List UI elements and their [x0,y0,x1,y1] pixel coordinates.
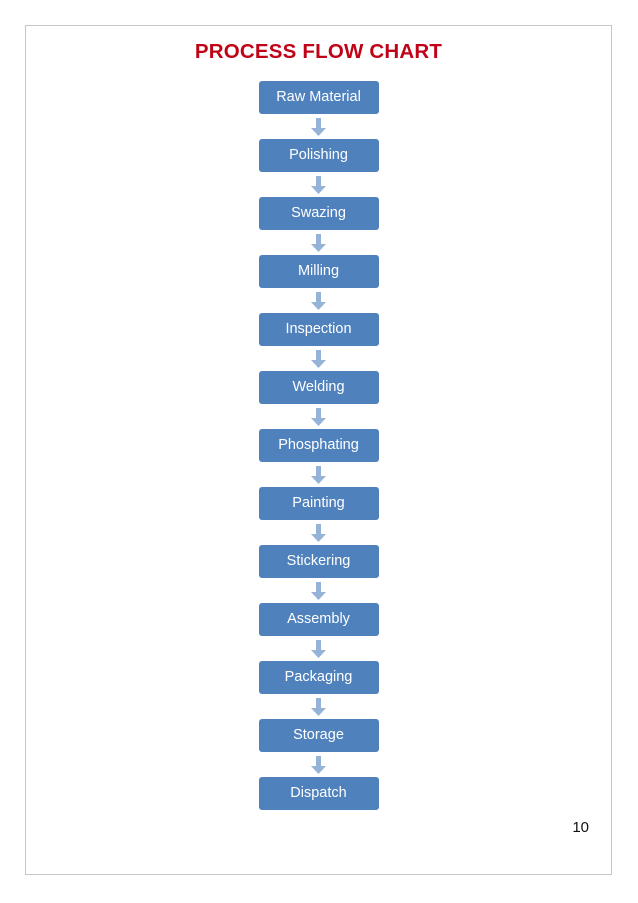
page-title: PROCESS FLOW CHART [194,40,443,63]
flow-step-box[interactable]: Raw Material [258,81,379,114]
flow-step: Stickering [258,545,379,578]
arrow-down-icon [310,578,327,603]
process-flow-chart: Raw Material Polishing Swazing Milling Inspe… [26,81,611,810]
arrow-down-icon [310,694,327,719]
flow-step: Painting [258,487,379,520]
flow-step-box[interactable]: Painting [258,487,379,520]
flow-step-box[interactable]: Milling [258,255,379,288]
flow-step: Inspection [258,313,379,346]
flow-step: Assembly [258,603,379,636]
flow-step-box[interactable]: Phosphating [258,429,379,462]
document-page: PROCESS FLOW CHART Raw Material Polishing… [25,25,612,875]
flow-step: Phosphating [258,429,379,462]
flow-step: Swazing [258,197,379,230]
flow-step: Welding [258,371,379,404]
flow-step: Milling [258,255,379,288]
flow-step-box[interactable]: Inspection [258,313,379,346]
arrow-down-icon [310,636,327,661]
arrow-down-icon [310,114,327,139]
flow-step-box[interactable]: Polishing [258,139,379,172]
arrow-down-icon [310,346,327,371]
flow-step: Packaging [258,661,379,694]
flow-step: Dispatch [258,777,379,810]
flow-step: Raw Material [258,81,379,114]
flow-step-box[interactable]: Dispatch [258,777,379,810]
flow-step-box[interactable]: Stickering [258,545,379,578]
arrow-down-icon [310,520,327,545]
arrow-down-icon [310,462,327,487]
flow-step-box[interactable]: Storage [258,719,379,752]
flow-step-box[interactable]: Welding [258,371,379,404]
flow-step-box[interactable]: Assembly [258,603,379,636]
arrow-down-icon [310,752,327,777]
flow-step-box[interactable]: Packaging [258,661,379,694]
arrow-down-icon [310,288,327,313]
arrow-down-icon [310,172,327,197]
flow-step: Polishing [258,139,379,172]
arrow-down-icon [310,404,327,429]
page-number: 10 [572,819,589,836]
arrow-down-icon [310,230,327,255]
flow-step-box[interactable]: Swazing [258,197,379,230]
flow-step: Storage [258,719,379,752]
